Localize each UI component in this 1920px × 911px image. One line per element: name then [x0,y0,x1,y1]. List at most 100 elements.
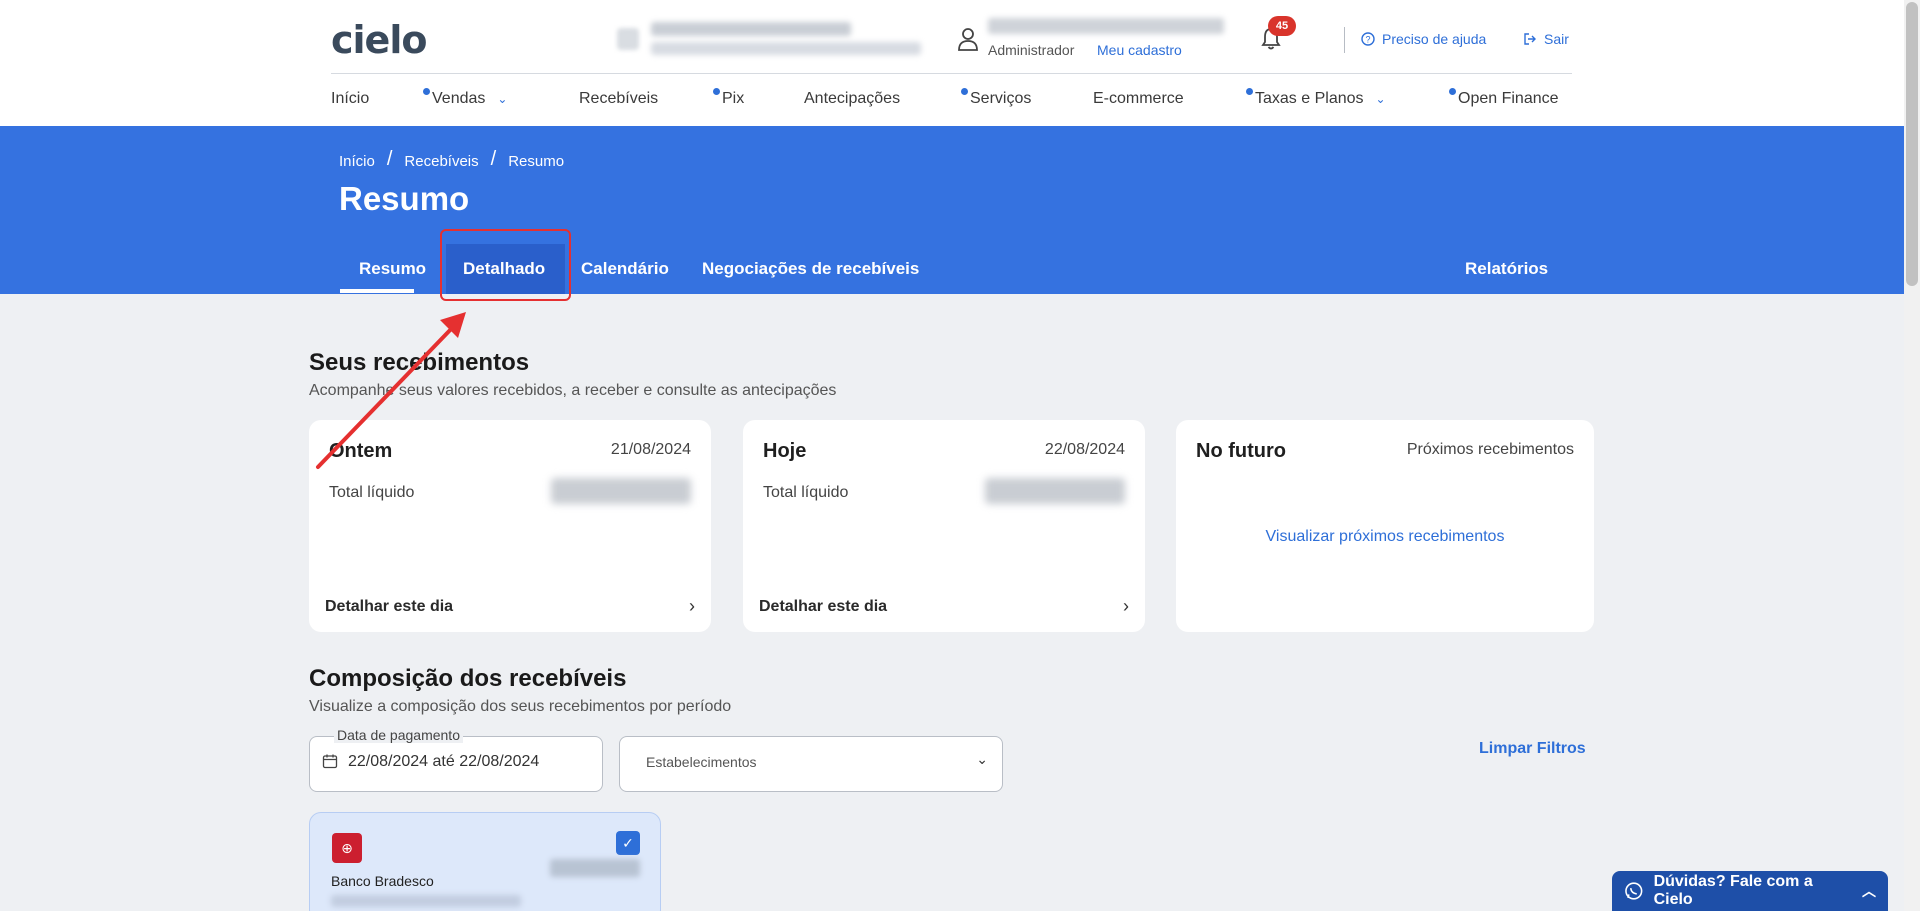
bank-name: Banco Bradesco [331,873,434,889]
nav-label: E-commerce [1093,90,1184,107]
card-date: 22/08/2024 [1044,441,1125,458]
nav-label: Recebíveis [579,90,659,107]
view-upcoming-link[interactable]: Visualizar próximos recebimentos [1176,528,1594,546]
breadcrumb-separator: / [490,148,497,170]
user-icon [958,28,978,51]
nav-item-vendas[interactable]: Vendas ⌄ [423,88,508,108]
payment-date-value: 22/08/2024 até 22/08/2024 [348,753,540,770]
breadcrumb: Início / Recebíveis / Resumo [339,148,564,171]
bank-amount-redacted [550,859,640,877]
main-nav: Início Vendas ⌄ Recebíveis Pix Antecipaçõ… [331,88,1572,112]
help-link[interactable]: ? Preciso de ajuda [1361,31,1486,47]
card-ontem: Ontem 21/08/2024 Total líquido Detalhar … [309,420,711,632]
nav-item-open-finance[interactable]: Open Finance [1449,88,1559,108]
new-dot [713,88,720,95]
active-tab-indicator [340,289,414,293]
total-amount-redacted [985,478,1125,504]
chevron-down-icon: ⌄ [976,751,988,767]
nav-label: Serviços [970,90,1032,107]
chat-widget-button[interactable]: Dúvidas? Fale com a Cielo ︿ [1612,871,1888,911]
clear-filters-button[interactable]: Limpar Filtros [1479,740,1586,758]
card-hoje: Hoje 22/08/2024 Total líquido Detalhar e… [743,420,1145,632]
top-header: cielo Administrador Meu cadastro 45 ? Pr… [0,0,1904,126]
store-icon [617,28,639,50]
nav-label: Início [331,90,370,107]
establishments-select[interactable]: Estabelecimentos ⌄ [619,736,1003,792]
help-label: Preciso de ajuda [1382,31,1487,47]
nav-label: Taxas e Planos [1255,90,1364,107]
nav-item-ecommerce[interactable]: E-commerce [1093,90,1184,108]
user-name-redacted [988,18,1224,34]
nav-label: Vendas [432,90,486,107]
cielo-logo[interactable]: cielo [331,18,427,62]
new-dot [1449,88,1456,95]
help-icon: ? [1361,32,1375,46]
nav-item-antecipacoes[interactable]: Antecipações [804,90,900,108]
notification-badge: 45 [1268,16,1296,36]
new-dot [1246,88,1253,95]
tab-negociacoes[interactable]: Negociações de recebíveis [702,259,919,279]
breadcrumb-separator: / [386,148,393,170]
detail-day-link[interactable]: Detalhar este dia [759,598,887,616]
scrollbar-thumb[interactable] [1906,2,1918,286]
logout-link[interactable]: Sair [1523,31,1569,47]
chat-label: Dúvidas? Fale com a Cielo [1653,873,1813,908]
card-subtitle: Próximos recebimentos [1406,441,1574,458]
chevron-right-icon[interactable]: › [689,596,695,617]
section-title-recebimentos: Seus recebimentos [309,349,530,376]
chevron-down-icon: ⌄ [497,92,508,106]
account-selector[interactable] [617,20,942,58]
nav-item-pix[interactable]: Pix [713,88,745,108]
section-title-composicao: Composição dos recebíveis [309,665,627,692]
nav-label: Antecipações [804,90,901,107]
account-id-redacted [651,42,921,55]
annotation-arrow-head [440,312,466,338]
breadcrumb-recebiveis[interactable]: Recebíveis [404,153,478,170]
checkbox-checked-icon[interactable]: ✓ [616,831,640,855]
card-date: 21/08/2024 [610,441,691,458]
whatsapp-icon [1625,882,1643,900]
breadcrumb-inicio[interactable]: Início [339,153,375,170]
calendar-icon [322,754,338,769]
total-amount-redacted [551,478,691,504]
payment-date-field[interactable]: Data de pagamento 22/08/2024 até 22/08/2… [309,727,603,792]
card-title: No futuro [1196,440,1286,462]
page-title: Resumo [339,180,470,217]
new-dot [423,88,430,95]
chevron-down-icon: ⌄ [1375,92,1386,106]
tab-resumo[interactable]: Resumo [359,259,426,279]
detail-day-link[interactable]: Detalhar este dia [325,598,453,616]
bank-detail-redacted [331,895,521,907]
page-header-band [0,126,1904,294]
tab-relatorios[interactable]: Relatórios [1465,259,1548,279]
my-profile-link[interactable]: Meu cadastro [1097,42,1182,58]
card-title: Ontem [329,440,393,462]
nav-label: Pix [722,90,745,107]
nav-item-recebiveis[interactable]: Recebíveis [579,90,658,108]
user-role: Administrador [988,42,1075,58]
card-title: Hoje [763,440,807,462]
nav-item-taxas-planos[interactable]: Taxas e Planos ⌄ [1246,88,1386,108]
section-subtitle-recebimentos: Acompanhe seus valores recebidos, a rece… [309,382,837,399]
header-separator [331,73,1572,74]
nav-item-inicio[interactable]: Início [331,90,369,108]
bank-card-bradesco[interactable]: ⊕ ✓ Banco Bradesco [309,812,661,911]
payment-date-label: Data de pagamento [334,727,463,743]
nav-item-servicos[interactable]: Serviços [961,88,1032,108]
new-dot [961,88,968,95]
section-subtitle-composicao: Visualize a composição dos seus recebime… [309,698,732,715]
bradesco-logo-icon: ⊕ [332,833,362,863]
logout-label: Sair [1544,31,1569,47]
nav-label: Open Finance [1458,90,1559,107]
total-label: Total líquido [329,484,415,501]
chevron-up-icon: ︿ [1862,883,1876,899]
card-futuro: No futuro Próximos recebimentos Visualiz… [1176,420,1594,632]
header-divider [1344,27,1345,53]
tab-calendario[interactable]: Calendário [581,259,669,279]
total-label: Total líquido [763,484,849,501]
logo-text: cielo [331,18,427,62]
annotation-highlight-box [440,229,571,301]
establishments-placeholder: Estabelecimentos [646,754,757,770]
chevron-right-icon[interactable]: › [1123,596,1129,617]
svg-text:?: ? [1365,35,1370,45]
